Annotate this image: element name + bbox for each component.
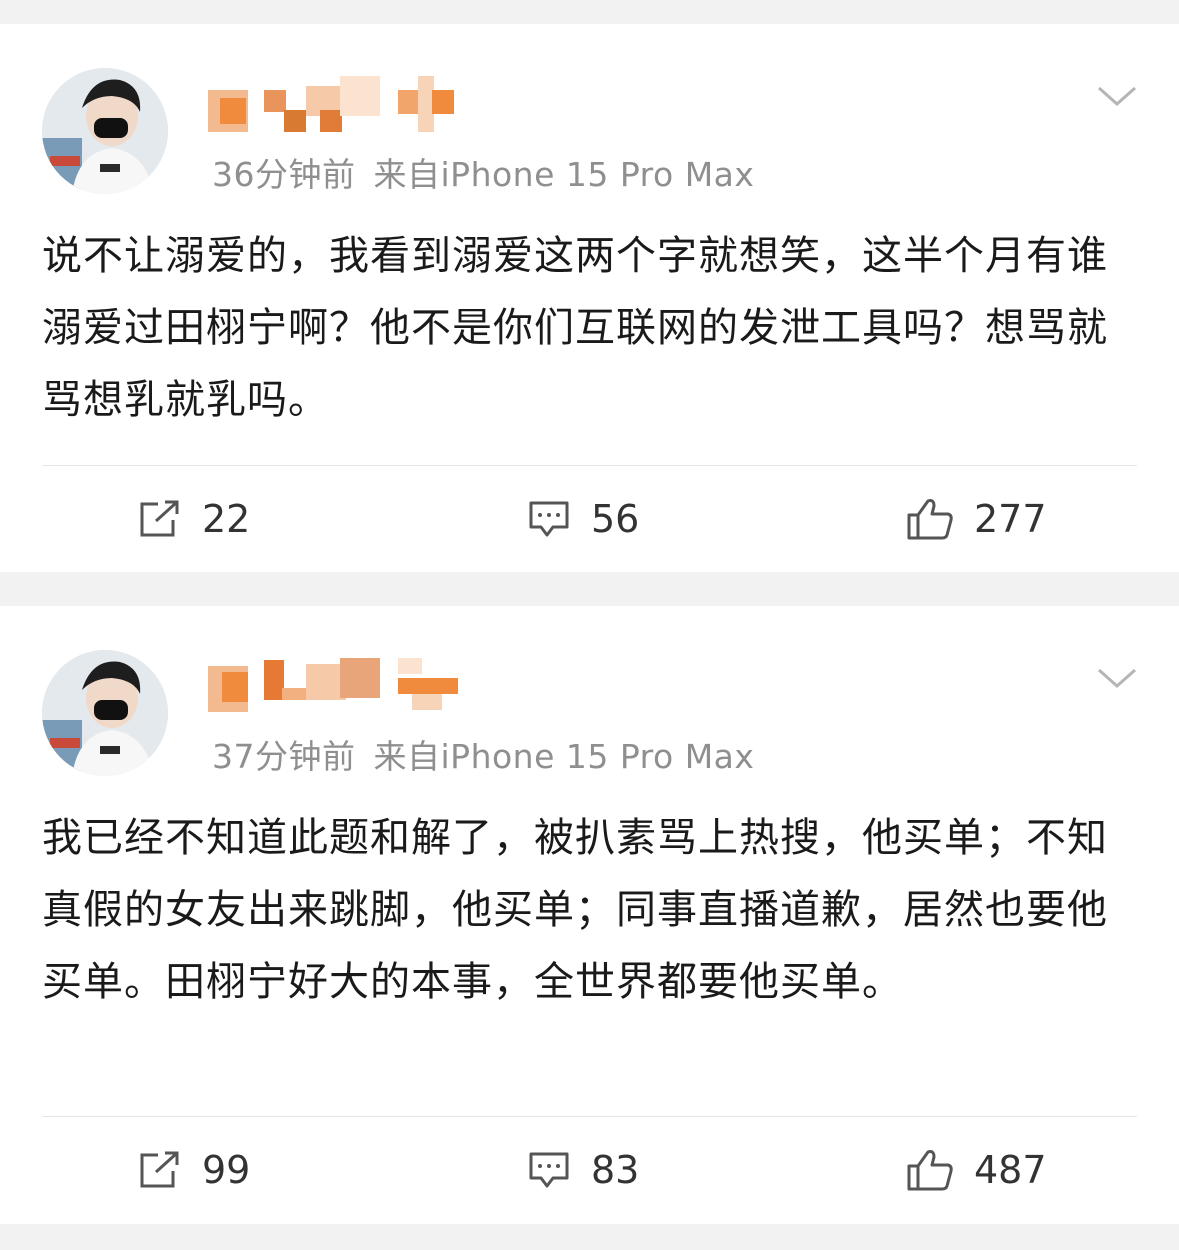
like-button[interactable]: 487 <box>906 1145 1047 1195</box>
repost-button[interactable]: 22 <box>138 494 250 544</box>
comment-button[interactable]: 83 <box>527 1145 639 1195</box>
post-text: 我已经不知道此题和解了，被扒素骂上热搜，他买单；不知真假的女友出来跳脚，他买单；… <box>42 815 1108 1005</box>
post-card[interactable]: 36分钟前 来自iPhone 15 Pro Max 说不让溺爱的，我看到溺爱这两个… <box>0 24 1179 572</box>
post-time: 37分钟前 <box>212 737 356 776</box>
thumbs-up-icon <box>907 1150 953 1191</box>
post-text: 说不让溺爱的，我看到溺爱这两个字就想笑，这半个月有谁溺爱过田栩宁啊？他不是你们互… <box>42 233 1108 423</box>
like-count: 277 <box>974 497 1047 541</box>
like-button[interactable]: 277 <box>906 494 1047 544</box>
like-count: 487 <box>974 1148 1047 1192</box>
post-meta: 36分钟前 来自iPhone 15 Pro Max <box>212 148 754 196</box>
repost-count: 99 <box>202 1148 251 1192</box>
comment-count: 83 <box>591 1148 640 1192</box>
chevron-down-icon[interactable] <box>1095 82 1139 112</box>
repost-icon <box>140 1151 179 1188</box>
post-source: 来自iPhone 15 Pro Max <box>373 737 755 776</box>
comment-icon <box>529 1152 569 1188</box>
divider <box>42 1116 1137 1117</box>
comment-icon <box>529 501 569 537</box>
post-meta: 37分钟前 来自iPhone 15 Pro Max <box>212 730 754 778</box>
repost-icon <box>140 500 179 537</box>
username-blurred[interactable] <box>208 76 458 132</box>
avatar[interactable] <box>42 650 168 776</box>
post-card[interactable]: 37分钟前 来自iPhone 15 Pro Max 我已经不知道此题和解了，被扒素… <box>0 606 1179 1224</box>
thumbs-up-icon <box>907 499 953 540</box>
comment-count: 56 <box>591 497 640 541</box>
divider <box>42 465 1137 466</box>
post-time: 36分钟前 <box>212 155 356 194</box>
username-blurred[interactable] <box>208 658 458 714</box>
repost-button[interactable]: 99 <box>138 1145 250 1195</box>
comment-button[interactable]: 56 <box>527 494 639 544</box>
repost-count: 22 <box>202 497 251 541</box>
post-source: 来自iPhone 15 Pro Max <box>373 155 755 194</box>
avatar[interactable] <box>42 68 168 194</box>
chevron-down-icon[interactable] <box>1095 664 1139 694</box>
